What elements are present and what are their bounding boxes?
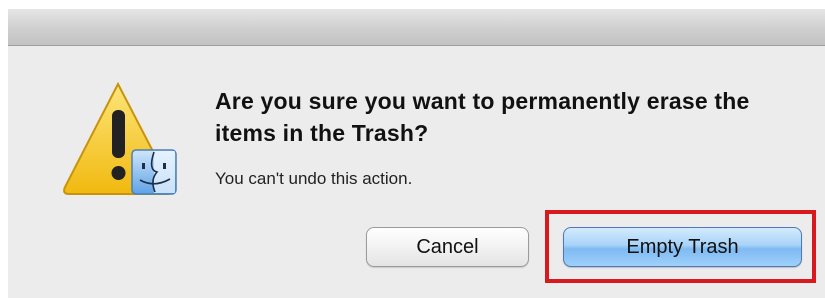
- warning-icon: [63, 81, 177, 195]
- finder-icon: [131, 149, 177, 195]
- cancel-button[interactable]: Cancel: [366, 227, 529, 267]
- window-titlebar: [8, 9, 825, 46]
- empty-trash-button[interactable]: Empty Trash: [563, 227, 802, 267]
- alert-message: Are you sure you want to permanently era…: [215, 88, 750, 146]
- alert-informative-text: You can't undo this action.: [215, 169, 413, 188]
